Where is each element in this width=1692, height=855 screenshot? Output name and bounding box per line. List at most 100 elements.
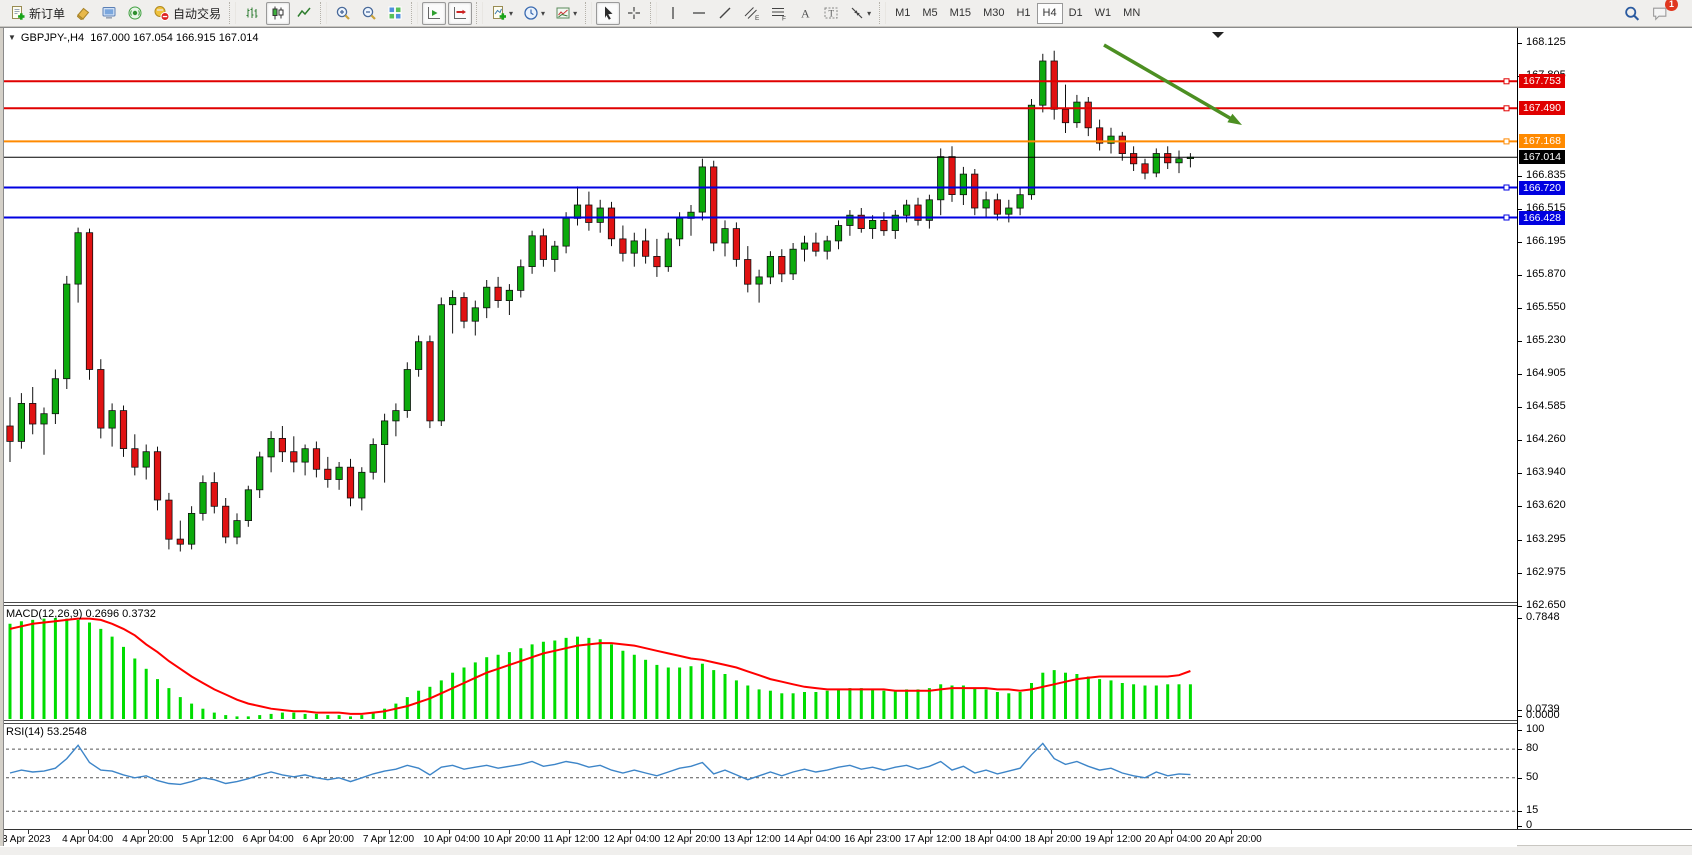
trend-arrow-annotation[interactable] — [1104, 45, 1242, 125]
vertical-line-tool-button[interactable] — [661, 2, 685, 25]
cursor-tool-button[interactable] — [596, 2, 620, 25]
bar-chart-icon — [244, 5, 260, 21]
tab-timeframe-m5[interactable]: M5 — [916, 3, 943, 24]
fibonacci-icon: F — [770, 5, 787, 21]
fibonacci-tool-button[interactable]: F — [766, 2, 791, 25]
axis-label: 165.550 — [1526, 301, 1566, 313]
auto-scroll-button[interactable] — [422, 2, 446, 25]
time-label: 3 Apr 2023 — [2, 834, 50, 845]
terminal-icon — [101, 5, 117, 21]
axis-tick — [1518, 176, 1522, 177]
bar-chart-button[interactable] — [240, 2, 264, 25]
indicators-button[interactable]: ▾ — [487, 2, 517, 25]
price-axis[interactable]: 168.125167.805166.835166.515166.195165.8… — [1517, 28, 1692, 829]
rsi-pane[interactable] — [0, 723, 1517, 829]
arrows-tool-button[interactable]: ▾ — [845, 2, 875, 25]
crosshair-tool-button[interactable] — [622, 2, 646, 25]
bar-marker-icon — [1212, 32, 1224, 38]
text-label-tool-button[interactable]: T — [819, 2, 843, 25]
macd-pane[interactable] — [0, 605, 1517, 720]
axis-label: 164.260 — [1526, 433, 1566, 445]
new-order-button[interactable]: 新订单 — [5, 2, 69, 25]
tab-timeframe-m30[interactable]: M30 — [977, 3, 1010, 24]
cursor-icon — [600, 5, 616, 21]
trendline-tool-button[interactable] — [713, 2, 737, 25]
periods-caret-icon[interactable]: ▾ — [541, 9, 545, 18]
axis-tick — [1518, 606, 1522, 607]
price-level-tag: 167.753 — [1519, 74, 1565, 88]
axis-tick — [1518, 308, 1522, 309]
search-icon — [1623, 5, 1641, 22]
axis-label: 163.940 — [1526, 466, 1566, 478]
axis-tick — [1518, 242, 1522, 243]
axis-tick — [1518, 749, 1522, 750]
time-label: 4 Apr 20:00 — [122, 834, 173, 845]
toolbar-separator — [476, 2, 483, 24]
chart-title-overlay: ▼GBPJPY-,H4 167.000 167.054 166.915 167.… — [8, 32, 258, 44]
auto-trading-button[interactable]: 自动交易 — [149, 2, 225, 25]
search-button[interactable] — [1619, 2, 1645, 25]
candlestick-chart-button[interactable] — [266, 2, 290, 25]
candlestick-chart-icon — [270, 5, 286, 21]
time-label: 20 Apr 20:00 — [1205, 834, 1262, 845]
terminal-button[interactable] — [97, 2, 121, 25]
tab-timeframe-h1[interactable]: H1 — [1010, 3, 1036, 24]
price-level-tag: 166.720 — [1519, 181, 1565, 195]
line-chart-button[interactable] — [292, 2, 316, 25]
tile-windows-button[interactable] — [383, 2, 407, 25]
horizontal-line-tool-button[interactable] — [687, 2, 711, 25]
notifications-button[interactable]: 1 — [1647, 2, 1673, 25]
time-label: 12 Apr 04:00 — [604, 834, 661, 845]
price-level-tag: 167.490 — [1519, 101, 1565, 115]
tab-timeframe-d1[interactable]: D1 — [1063, 3, 1089, 24]
eraser-button[interactable] — [71, 2, 95, 25]
time-label: 19 Apr 12:00 — [1085, 834, 1142, 845]
zoom-in-button[interactable] — [331, 2, 355, 25]
zoom-out-icon — [361, 5, 377, 21]
rsi-label: RSI(14) 53.2548 — [6, 726, 87, 738]
collapse-arrow-icon[interactable]: ▼ — [8, 33, 16, 42]
pane-separator[interactable] — [0, 602, 1692, 606]
tab-timeframe-w1[interactable]: W1 — [1089, 3, 1118, 24]
arrows-caret-icon[interactable]: ▾ — [867, 9, 871, 18]
channel-tool-button[interactable]: E — [739, 2, 764, 25]
chart-window: ▼GBPJPY-,H4 167.000 167.054 166.915 167.… — [0, 27, 1692, 845]
time-label: 18 Apr 20:00 — [1025, 834, 1082, 845]
axis-tick — [1518, 209, 1522, 210]
tab-timeframe-m1[interactable]: M1 — [889, 3, 916, 24]
tab-timeframe-mn[interactable]: MN — [1117, 3, 1146, 24]
text-tool-button[interactable]: A — [793, 2, 817, 25]
time-label: 13 Apr 12:00 — [724, 834, 781, 845]
axis-label: 50 — [1526, 771, 1538, 783]
time-axis[interactable]: 3 Apr 20234 Apr 04:004 Apr 20:005 Apr 12… — [0, 830, 1517, 847]
time-label: 6 Apr 04:00 — [243, 834, 294, 845]
templates-button[interactable]: ▾ — [551, 2, 581, 25]
templates-icon — [555, 5, 571, 21]
time-label: 17 Apr 12:00 — [904, 834, 961, 845]
macd-histogram — [10, 618, 1190, 719]
axis-label: 100 — [1526, 723, 1544, 735]
tab-timeframe-h4[interactable]: H4 — [1037, 3, 1063, 24]
auto-trading-icon — [153, 5, 170, 21]
indicators-caret-icon[interactable]: ▾ — [509, 9, 513, 18]
pane-separator[interactable] — [0, 720, 1692, 724]
vertical-line-icon — [665, 5, 681, 21]
zoom-out-button[interactable] — [357, 2, 381, 25]
axis-label: 166.195 — [1526, 235, 1566, 247]
trendline-icon — [717, 5, 733, 21]
axis-tick — [1518, 573, 1522, 574]
price-chart-pane[interactable] — [0, 29, 1517, 602]
tab-timeframe-m15[interactable]: M15 — [944, 3, 977, 24]
candlesticks[interactable] — [7, 51, 1194, 552]
templates-caret-icon[interactable]: ▾ — [573, 9, 577, 18]
chart-shift-button[interactable] — [448, 2, 472, 25]
horizontal-level-lines[interactable] — [0, 79, 1517, 220]
indicators-icon — [491, 5, 507, 21]
notification-badge: 1 — [1665, 0, 1678, 11]
time-label: 5 Apr 12:00 — [182, 834, 233, 845]
sound-button[interactable] — [123, 2, 147, 25]
periods-button[interactable]: ▾ — [519, 2, 549, 25]
axis-label: 163.295 — [1526, 533, 1566, 545]
axis-label: 164.905 — [1526, 367, 1566, 379]
zoom-in-icon — [335, 5, 351, 21]
